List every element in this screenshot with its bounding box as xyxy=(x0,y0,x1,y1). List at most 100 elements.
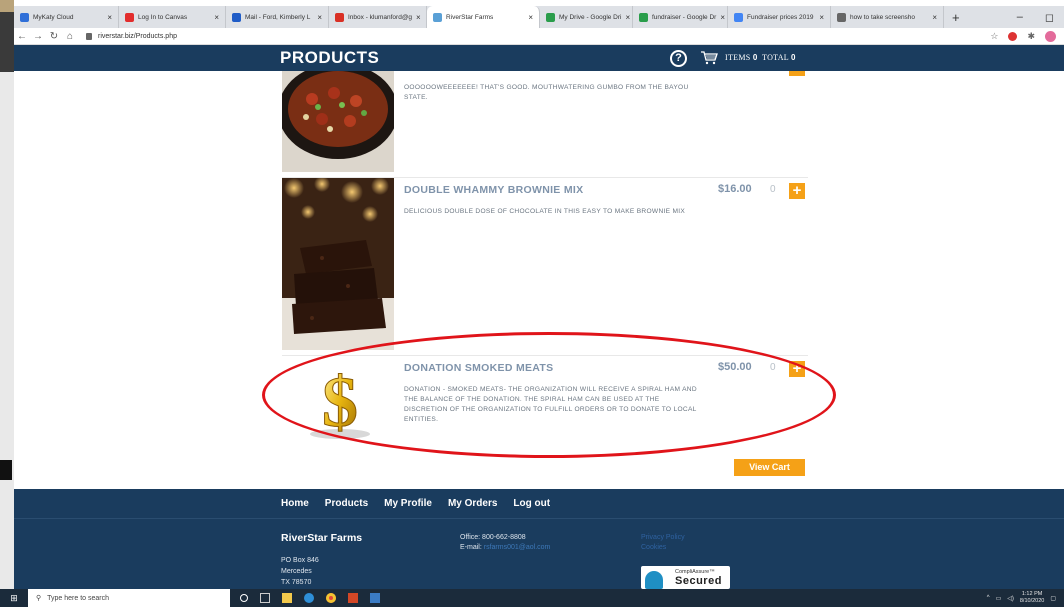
total-label: TOTAL xyxy=(762,53,789,62)
browser-tab[interactable]: My Drive - Google Dri × xyxy=(540,6,633,28)
task-view-icon[interactable] xyxy=(260,593,270,603)
browser-tab[interactable]: how to take screensho × xyxy=(831,6,944,28)
gumbo-image xyxy=(282,71,394,172)
tab-label: how to take screensho xyxy=(850,13,916,21)
home-icon[interactable]: ⌂ xyxy=(62,31,78,42)
tab-favicon-icon xyxy=(837,12,846,22)
reload-icon[interactable]: ↻ xyxy=(46,31,62,42)
tab-close-icon[interactable]: × xyxy=(528,13,533,22)
maximize-button[interactable]: ◻ xyxy=(1045,11,1054,24)
add-to-cart-button-gumbo[interactable] xyxy=(789,71,805,76)
background-window-badge xyxy=(0,460,12,480)
taskbar-search-placeholder: Type here to search xyxy=(47,594,110,602)
tab-favicon-icon xyxy=(125,12,134,22)
tab-close-icon[interactable]: × xyxy=(214,13,219,22)
profile-avatar[interactable] xyxy=(1045,30,1056,42)
clock-time: 1:12 PM xyxy=(1021,591,1043,597)
new-tab-button[interactable]: + xyxy=(944,10,968,25)
browser-tab[interactable]: fundraiser - Google Dr × xyxy=(633,6,728,28)
tab-favicon-icon xyxy=(20,12,29,22)
tab-close-icon[interactable]: × xyxy=(416,13,421,22)
taskbar-pinned-apps xyxy=(240,593,380,603)
footer-nav: Home Products My Profile My Orders Log o… xyxy=(281,498,550,509)
cart-summary[interactable]: ITEMS 0 TOTAL 0 xyxy=(725,53,796,62)
powerpoint-icon[interactable] xyxy=(348,593,358,603)
address-bar[interactable]: riverstar.biz/Products.php xyxy=(86,32,177,40)
footer-link-log-out[interactable]: Log out xyxy=(513,498,550,509)
browser-tab[interactable]: Fundraiser prices 2019 × xyxy=(728,6,831,28)
extensions-puzzle-icon[interactable]: ✱ xyxy=(1027,31,1035,42)
product-name[interactable]: DOUBLE WHAMMY BROWNIE MIX xyxy=(404,184,583,196)
notification-icon[interactable]: ▢ xyxy=(1050,595,1056,602)
tab-close-icon[interactable]: × xyxy=(625,13,630,22)
bookmark-star-icon[interactable]: ☆ xyxy=(990,31,998,42)
url-text[interactable]: riverstar.biz/Products.php xyxy=(98,33,177,40)
clock[interactable]: 1:12 PM 8/10/2020 xyxy=(1020,591,1044,605)
email-link[interactable]: rsfarms001@aol.com xyxy=(484,544,551,551)
cookies-link[interactable]: Cookies xyxy=(641,543,685,553)
brownie-image xyxy=(282,178,394,350)
footer-brand: RiverStar Farms xyxy=(281,532,363,544)
tab-label: RiverStar Farms xyxy=(446,13,494,21)
tab-close-icon[interactable]: × xyxy=(720,13,725,22)
footer-link-my-orders[interactable]: My Orders xyxy=(448,498,497,509)
tab-favicon-icon xyxy=(546,12,555,22)
browser-tab[interactable]: Mail - Ford, Kimberly L × xyxy=(226,6,329,28)
tab-favicon-icon xyxy=(433,12,442,22)
cortana-icon[interactable] xyxy=(240,594,248,602)
tab-close-icon[interactable]: × xyxy=(819,13,824,22)
security-badge[interactable]: CompliAssure™ Secured xyxy=(641,566,730,589)
back-icon[interactable]: ← xyxy=(14,31,30,42)
email-label: E-mail: xyxy=(460,544,482,551)
edge-icon[interactable] xyxy=(304,593,314,603)
footer-link-home[interactable]: Home xyxy=(281,498,309,509)
tab-close-icon[interactable]: × xyxy=(932,13,937,22)
tab-label: Inbox - klumanford@g xyxy=(348,13,413,21)
browser-tab[interactable]: MyKaty Cloud × xyxy=(14,6,119,28)
office-phone: Office: 800-662-8808 xyxy=(460,534,526,541)
desktop-thumbnail xyxy=(0,0,14,12)
tab-close-icon[interactable]: × xyxy=(317,13,322,22)
browser-tab[interactable]: RiverStar Farms × xyxy=(427,6,540,28)
tab-label: MyKaty Cloud xyxy=(33,13,74,21)
add-to-cart-button[interactable]: + xyxy=(789,183,805,199)
forward-icon[interactable]: → xyxy=(30,31,46,42)
page-title: PRODUCTS xyxy=(280,48,380,67)
search-icon: ⚲ xyxy=(36,595,42,602)
windows-start-icon[interactable]: ⊞ xyxy=(0,589,28,607)
tab-favicon-icon xyxy=(639,12,648,22)
tray-chevron-icon[interactable]: ^ xyxy=(987,595,990,601)
extension-icon[interactable] xyxy=(1008,31,1018,41)
taskbar-search-box[interactable]: ⚲ Type here to search xyxy=(28,589,230,607)
browser-tab[interactable]: Inbox - klumanford@g × xyxy=(329,6,427,28)
volume-icon[interactable]: ◁) xyxy=(1007,595,1014,602)
chrome-icon[interactable] xyxy=(326,593,336,603)
footer-link-products[interactable]: Products xyxy=(325,498,368,509)
privacy-policy-link[interactable]: Privacy Policy xyxy=(641,533,685,543)
tab-favicon-icon xyxy=(335,12,344,22)
tab-favicon-icon xyxy=(734,12,743,22)
lock-icon xyxy=(86,32,92,40)
footer-contact: Office: 800-662-8808 E-mail: rsfarms001@… xyxy=(460,533,550,553)
system-tray: ^ ▭ ◁) 1:12 PM 8/10/2020 ▢ xyxy=(987,591,1064,605)
tab-label: Mail - Ford, Kimberly L xyxy=(245,13,311,21)
product-price: $16.00 xyxy=(718,183,752,195)
minimize-button[interactable]: – xyxy=(1017,11,1023,24)
total-value: 0 xyxy=(790,53,796,62)
product-description: OOOOOOWEEEEEEE! THAT'S GOOD. MOUTHWATERI… xyxy=(404,84,689,101)
network-icon[interactable]: ▭ xyxy=(996,595,1002,602)
browser-tab[interactable]: Log In to Canvas × xyxy=(119,6,226,28)
badge-label: Secured xyxy=(675,575,722,587)
footer-address: PO Box 846 Mercedes TX 78570 xyxy=(281,555,319,588)
address-line: TX 78570 xyxy=(281,579,312,586)
file-explorer-icon[interactable] xyxy=(282,593,292,603)
product-quantity: 0 xyxy=(770,184,776,195)
help-icon[interactable]: ? xyxy=(670,50,687,67)
tab-close-icon[interactable]: × xyxy=(107,13,112,22)
footer-link-my-profile[interactable]: My Profile xyxy=(384,498,432,509)
photos-icon[interactable] xyxy=(370,593,380,603)
background-window-body xyxy=(0,72,14,592)
cart-icon[interactable] xyxy=(700,51,718,65)
view-cart-button[interactable]: View Cart xyxy=(734,459,805,476)
tab-favicon-icon xyxy=(232,12,241,22)
